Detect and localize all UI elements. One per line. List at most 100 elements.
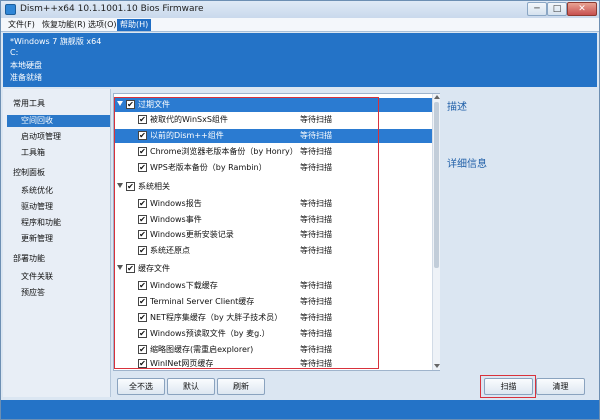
unselect-all-button[interactable]: 全不选 (117, 378, 165, 395)
cleanup-list[interactable]: ✔ 过期文件 ✔ 被取代的WinSxS组件 等待扫描 ✔ 以前的Dism++组件… (113, 93, 440, 371)
item-status: 等待扫描 (300, 199, 332, 208)
item-label: 缩略图缓存(需重启explorer) (150, 345, 254, 354)
group-header-expired-files[interactable]: ✔ 过期文件 (114, 98, 432, 112)
main-window: Dism++x64 10.1.1001.10 Bios Firmware ─ □… (0, 0, 600, 420)
checkbox-checked-icon[interactable]: ✔ (138, 215, 147, 224)
item-label: 被取代的WinSxS组件 (150, 115, 228, 124)
checkbox-checked-icon[interactable]: ✔ (138, 329, 147, 338)
default-button[interactable]: 默认 (167, 378, 215, 395)
checkbox-checked-icon[interactable]: ✔ (138, 230, 147, 239)
item-status: 等待扫描 (300, 215, 332, 224)
clean-button[interactable]: 清理 (536, 378, 585, 395)
scroll-up-arrow-icon[interactable] (434, 95, 440, 99)
list-item[interactable]: ✔ Windows预读取文件（by 麦g.） 等待扫描 (114, 327, 432, 341)
list-item[interactable]: ✔ NET程序集缓存（by 大胖子技术员） 等待扫描 (114, 311, 432, 325)
item-status: 等待扫描 (300, 115, 332, 124)
item-label: NET程序集缓存（by 大胖子技术员） (150, 313, 283, 322)
list-item-selected[interactable]: ✔ 以前的Dism++组件 等待扫描 (114, 129, 432, 143)
sidebar-item-toolbox[interactable]: 工具箱 (21, 147, 45, 159)
refresh-button[interactable]: 刷新 (217, 378, 265, 395)
scroll-thumb[interactable] (434, 102, 439, 268)
menu-help[interactable]: 帮助(H) (117, 19, 152, 31)
sidebar-category-control-panel[interactable]: 控制面板 (13, 167, 45, 179)
maximize-button[interactable]: □ (547, 2, 567, 16)
sidebar-category-deploy[interactable]: 部署功能 (13, 253, 45, 265)
sidebar-item-system-optimize[interactable]: 系统优化 (21, 185, 53, 197)
minimize-button[interactable]: ─ (527, 2, 547, 16)
system-info-panel[interactable]: *Windows 7 旗舰版 x64 C: 本地硬盘 准备就绪 (3, 33, 597, 87)
item-status: 等待扫描 (300, 163, 332, 172)
list-item[interactable]: ✔ 被取代的WinSxS组件 等待扫描 (114, 113, 432, 127)
expand-triangle-icon[interactable] (117, 101, 123, 106)
list-item[interactable]: ✔ 系统还原点 等待扫描 (114, 244, 432, 258)
item-status: 等待扫描 (300, 329, 332, 338)
item-status: 等待扫描 (300, 359, 332, 368)
item-label: Windows报告 (150, 199, 202, 208)
checkbox-checked-icon[interactable]: ✔ (138, 199, 147, 208)
item-label: 以前的Dism++组件 (150, 131, 224, 140)
item-label: WinINet网页缓存 (150, 359, 214, 368)
checkbox-checked-icon[interactable]: ✔ (138, 131, 147, 140)
group-header-cache[interactable]: ✔ 缓存文件 (114, 262, 432, 276)
sidebar-item-file-assoc[interactable]: 文件关联 (21, 271, 53, 283)
disk-type: 本地硬盘 (10, 61, 42, 70)
window-title: Dism++x64 10.1.1001.10 Bios Firmware (20, 4, 204, 14)
group-label: 缓存文件 (138, 264, 170, 273)
item-status: 等待扫描 (300, 313, 332, 322)
list-item[interactable]: ✔ Windows更新安装记录 等待扫描 (114, 228, 432, 242)
status-text: 准备就绪 (10, 73, 42, 82)
item-label: WPS老版本备份（by Rambin） (150, 163, 267, 172)
list-item[interactable]: ✔ Windows事件 等待扫描 (114, 213, 432, 227)
status-bar (1, 400, 599, 419)
sidebar-item-updates[interactable]: 更新管理 (21, 233, 53, 245)
item-label: Chrome浏览器老版本备份（by Honry） (150, 147, 298, 156)
sidebar: 常用工具 空间回收 启动项管理 工具箱 控制面板 系统优化 驱动管理 程序和功能… (3, 89, 111, 397)
list-item[interactable]: ✔ Terminal Server Client缓存 等待扫描 (114, 295, 432, 309)
checkbox-checked-icon[interactable]: ✔ (126, 182, 135, 191)
checkbox-checked-icon[interactable]: ✔ (126, 100, 135, 109)
item-label: Windows更新安装记录 (150, 230, 234, 239)
checkbox-checked-icon[interactable]: ✔ (138, 163, 147, 172)
item-label: 系统还原点 (150, 246, 190, 255)
checkbox-checked-icon[interactable]: ✔ (138, 115, 147, 124)
title-bar[interactable]: Dism++x64 10.1.1001.10 Bios Firmware ─ □… (1, 1, 599, 18)
list-item[interactable]: ✔ Windows下载缓存 等待扫描 (114, 279, 432, 293)
checkbox-checked-icon[interactable]: ✔ (138, 345, 147, 354)
list-item[interactable]: ✔ WPS老版本备份（by Rambin） 等待扫描 (114, 161, 432, 175)
checkbox-checked-icon[interactable]: ✔ (138, 246, 147, 255)
sidebar-item-startup[interactable]: 启动项管理 (21, 131, 61, 143)
checkbox-checked-icon[interactable]: ✔ (126, 264, 135, 273)
detail-panel: 描述 详细信息 (442, 89, 597, 371)
menu-bar: 文件(F) 恢复功能(R) 选项(O) 帮助(H) (1, 18, 599, 32)
checkbox-checked-icon[interactable]: ✔ (138, 359, 147, 368)
list-item[interactable]: ✔ Windows报告 等待扫描 (114, 197, 432, 211)
group-label: 系统相关 (138, 182, 170, 191)
sidebar-item-space-cleanup[interactable]: 空间回收 (7, 115, 110, 127)
item-status: 等待扫描 (300, 345, 332, 354)
app-icon (5, 4, 16, 15)
checkbox-checked-icon[interactable]: ✔ (138, 297, 147, 306)
list-item[interactable]: ✔ Chrome浏览器老版本备份（by Honry） 等待扫描 (114, 145, 432, 159)
menu-file[interactable]: 文件(F) (5, 19, 38, 31)
menu-recovery[interactable]: 恢复功能(R) (39, 19, 89, 31)
sidebar-item-answer-file[interactable]: 预应答 (21, 287, 45, 299)
drive-letter: C: (10, 48, 19, 57)
item-status: 等待扫描 (300, 281, 332, 290)
sidebar-item-programs[interactable]: 程序和功能 (21, 217, 61, 229)
expand-triangle-icon[interactable] (117, 183, 123, 188)
sidebar-item-drivers[interactable]: 驱动管理 (21, 201, 53, 213)
list-item[interactable]: ✔ WinINet网页缓存 等待扫描 (114, 357, 432, 371)
menu-options[interactable]: 选项(O) (85, 19, 120, 31)
checkbox-checked-icon[interactable]: ✔ (138, 313, 147, 322)
checkbox-checked-icon[interactable]: ✔ (138, 147, 147, 156)
sidebar-category-common-tools[interactable]: 常用工具 (13, 98, 45, 110)
scroll-down-arrow-icon[interactable] (434, 364, 440, 368)
item-status: 等待扫描 (300, 230, 332, 239)
close-button[interactable]: ✕ (567, 2, 597, 16)
list-scrollbar[interactable] (432, 94, 440, 370)
checkbox-checked-icon[interactable]: ✔ (138, 281, 147, 290)
scan-button[interactable]: 扫描 (484, 378, 533, 395)
list-item[interactable]: ✔ 缩略图缓存(需重启explorer) 等待扫描 (114, 343, 432, 357)
expand-triangle-icon[interactable] (117, 265, 123, 270)
group-header-system[interactable]: ✔ 系统相关 (114, 180, 432, 194)
